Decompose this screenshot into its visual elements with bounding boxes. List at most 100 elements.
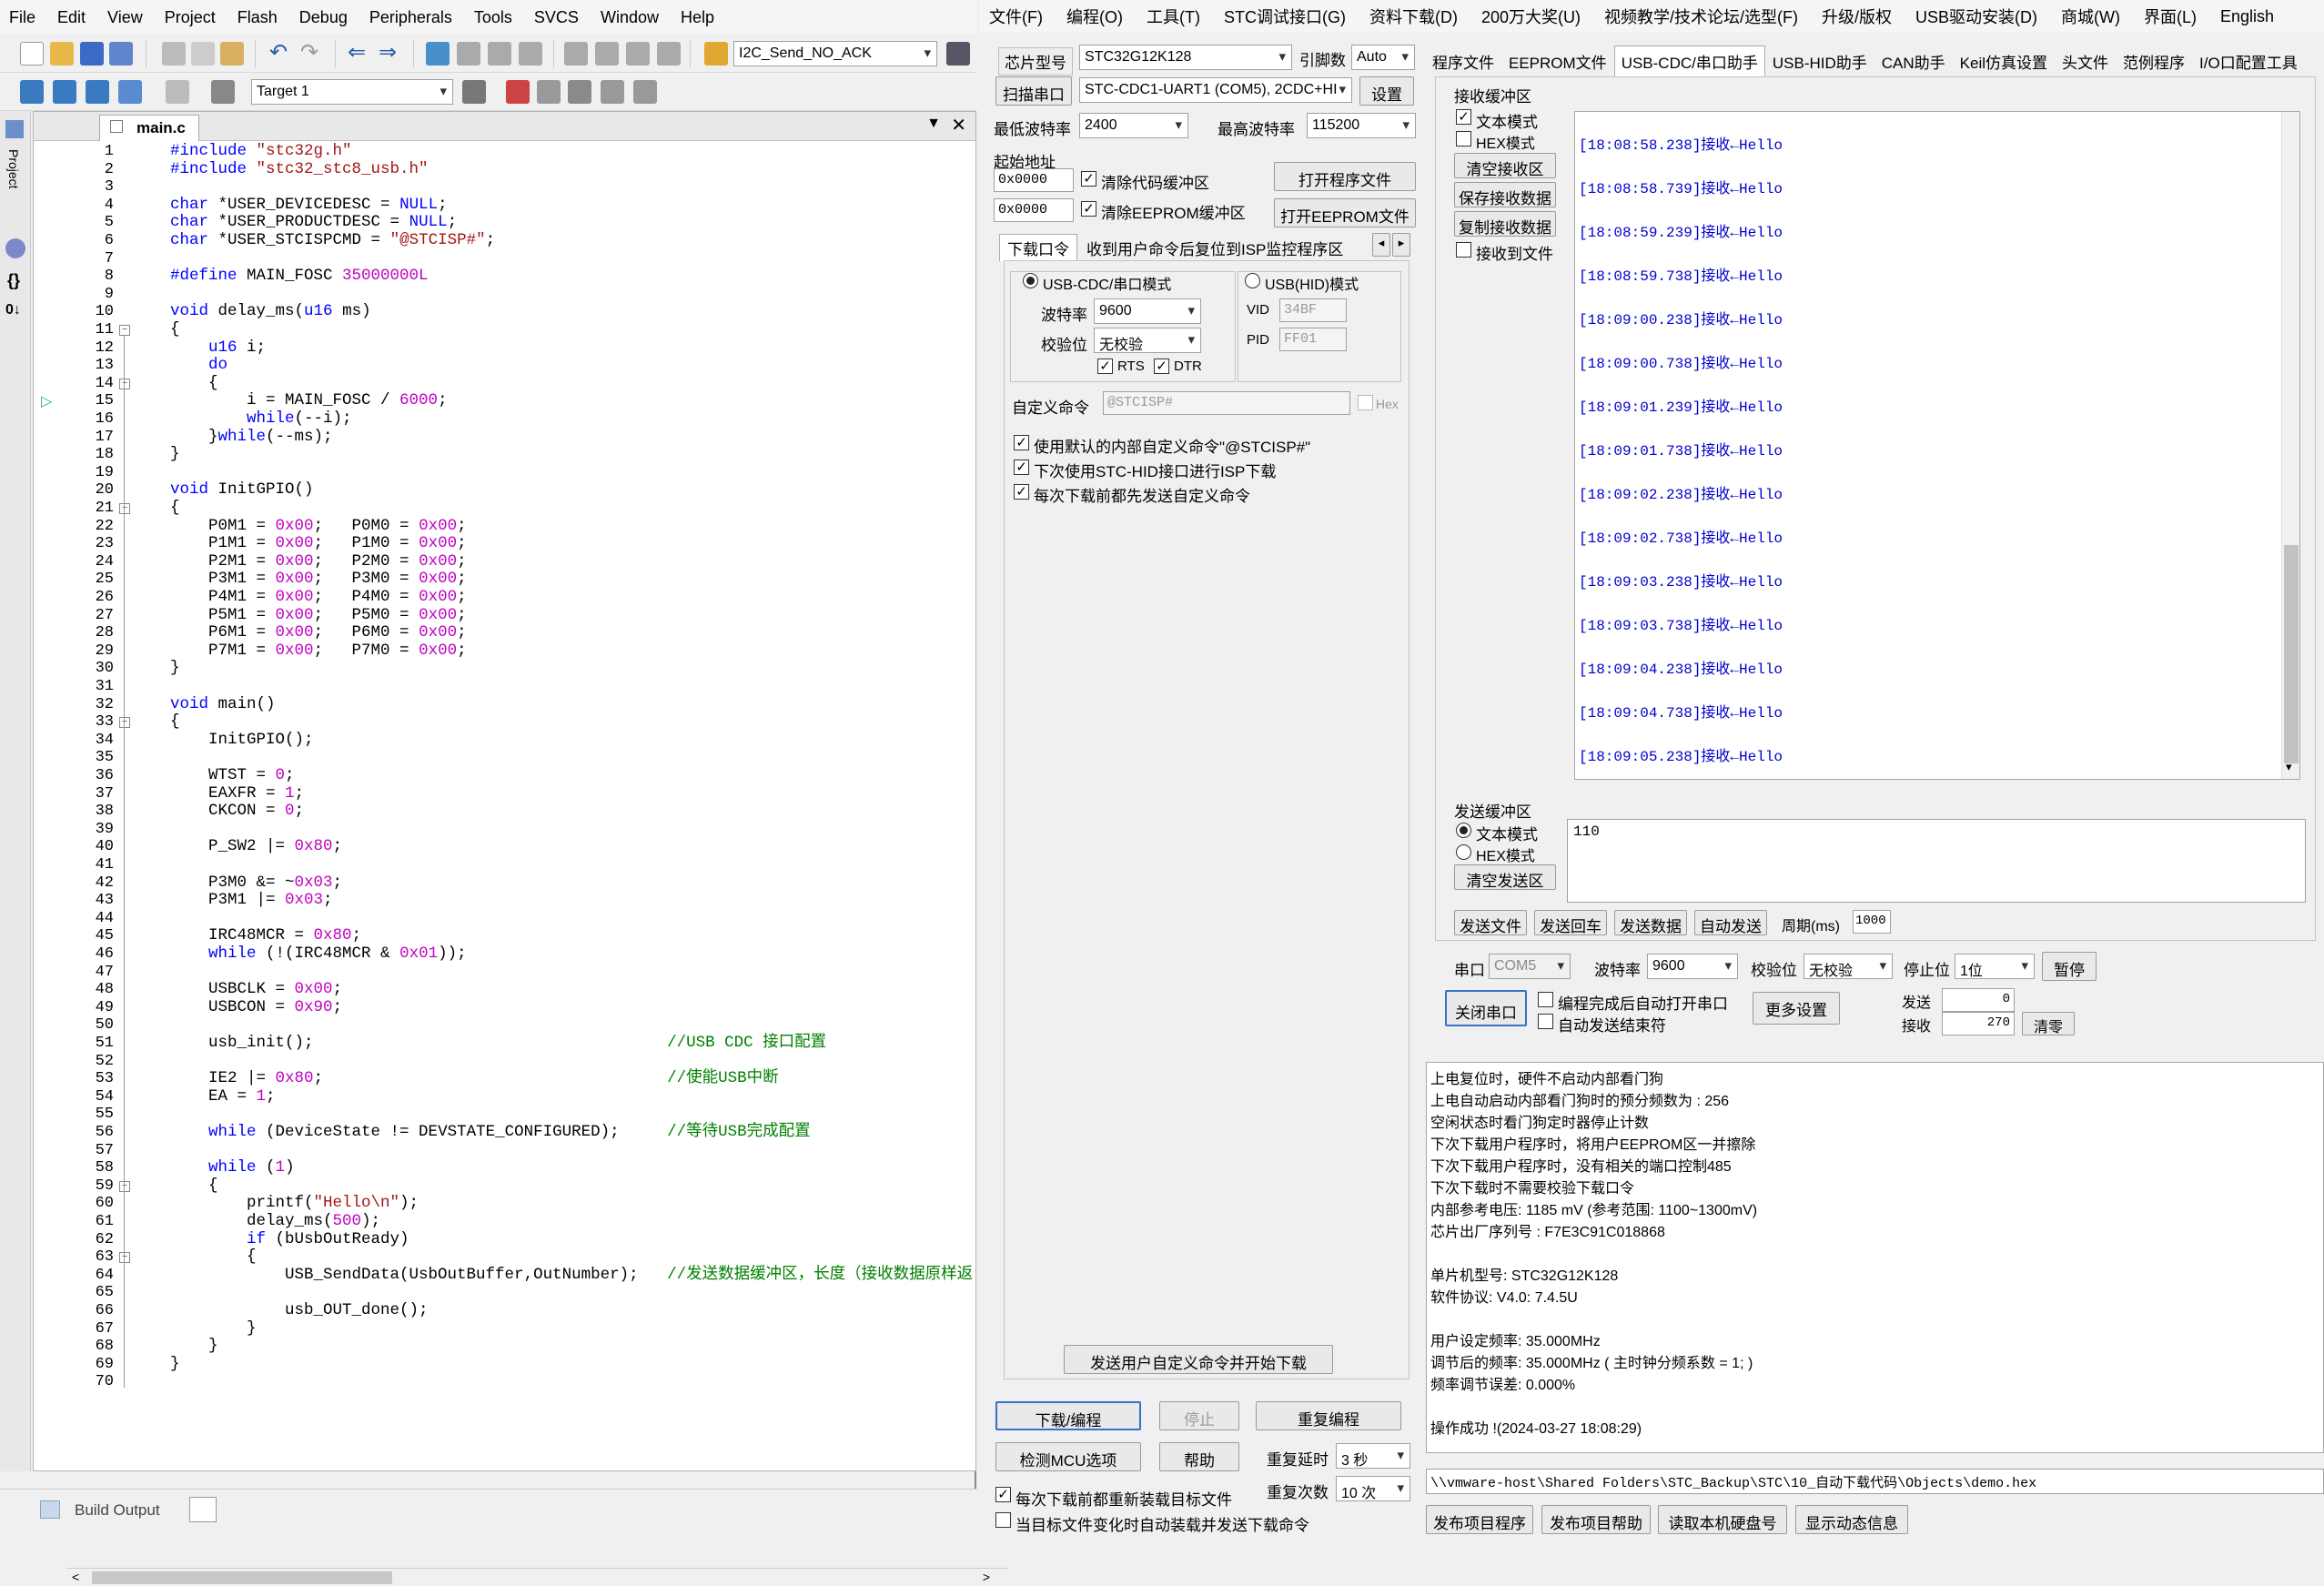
code-line[interactable]: } xyxy=(170,1319,257,1339)
isp-menu-item[interactable]: STC调试接口(G) xyxy=(1224,5,1346,28)
code-line[interactable]: printf("Hello\n"); xyxy=(170,1195,419,1213)
recv-scroll-thumb[interactable] xyxy=(2284,545,2299,763)
clear-code-checkbox[interactable]: ✓ xyxy=(1081,171,1096,187)
fold-toggle-icon[interactable]: − xyxy=(119,1180,130,1192)
code-line[interactable]: if (bUsbOutReady) xyxy=(170,1230,409,1249)
isp-menu-item[interactable]: 升级/版权 xyxy=(1822,5,1892,28)
redo-icon[interactable]: ↷ xyxy=(300,42,324,66)
eeprom-start-address[interactable]: 0x0000 xyxy=(994,198,1074,222)
close-port-button[interactable]: 关闭串口 xyxy=(1445,990,1527,1026)
auto-send-end-checkbox[interactable] xyxy=(1538,1014,1553,1029)
settings-button[interactable]: 设置 xyxy=(1359,76,1414,106)
send-enter-button[interactable]: 发送回车 xyxy=(1534,910,1607,935)
code-line[interactable]: { xyxy=(170,1177,218,1196)
code-line[interactable]: #include "stc32g.h" xyxy=(170,142,352,161)
find-icon[interactable] xyxy=(946,42,970,66)
code-line[interactable]: while (1) xyxy=(170,1158,295,1177)
code-line[interactable]: while (!(IRC48MCR & 0x01)); xyxy=(170,945,467,964)
code-line[interactable]: IRC48MCR = 0x80; xyxy=(170,927,361,945)
isp-menu-item[interactable]: 资料下载(D) xyxy=(1369,5,1458,28)
fold-toggle-icon[interactable]: − xyxy=(119,717,130,729)
keil-menu-item[interactable]: File xyxy=(9,8,35,27)
pin-select[interactable]: Auto xyxy=(1351,45,1415,70)
copy-icon[interactable] xyxy=(191,42,215,66)
paste-icon[interactable] xyxy=(220,42,244,66)
copy-recv-button[interactable]: 复制接收数据 xyxy=(1454,211,1556,237)
keil-menu-item[interactable]: View xyxy=(107,8,143,27)
isp-bottom-button[interactable]: 读取本机硬盘号 xyxy=(1658,1505,1787,1534)
code-start-address[interactable]: 0x0000 xyxy=(994,168,1074,192)
code-line[interactable]: P0M1 = 0x00; P0M0 = 0x00; xyxy=(170,517,467,536)
auto-send-button[interactable]: 自动发送 xyxy=(1694,910,1767,935)
right-tab[interactable]: I/O口配置工具 xyxy=(2192,45,2305,77)
hex-checkbox[interactable] xyxy=(1358,395,1373,410)
code-line[interactable]: { xyxy=(170,320,180,339)
bookmark-clear-icon[interactable] xyxy=(519,42,542,66)
fold-toggle-icon[interactable]: − xyxy=(119,503,130,514)
code-line[interactable]: void InitGPIO() xyxy=(170,481,314,500)
code-line[interactable]: P3M1 |= 0x03; xyxy=(170,891,333,910)
build-icon[interactable] xyxy=(53,80,76,104)
tab-scroll-right-icon[interactable]: ▸ xyxy=(1392,233,1410,257)
info-log-area[interactable]: 上电复位时，硬件不启动内部看门狗 上电自动启动内部看门狗时的预分频数为 : 25… xyxy=(1426,1062,2324,1453)
recv-scrollbar[interactable]: ▾ xyxy=(2281,112,2299,779)
horizontal-scrollbar[interactable]: < > xyxy=(66,1568,1008,1586)
code-line[interactable]: USBCON = 0x90; xyxy=(170,998,342,1017)
more-settings-button[interactable]: 更多设置 xyxy=(1753,992,1840,1025)
tab-download-password[interactable]: 下载口令 xyxy=(999,234,1077,261)
code-line[interactable]: EA = 1; xyxy=(170,1087,276,1106)
clear-eeprom-checkbox[interactable]: ✓ xyxy=(1081,201,1096,217)
bookmark-icon[interactable] xyxy=(426,42,450,66)
repeat-program-button[interactable]: 重复编程 xyxy=(1256,1401,1401,1430)
save-icon[interactable] xyxy=(80,42,104,66)
open-eeprom-file-button[interactable]: 打开EEPROM文件 xyxy=(1274,198,1416,227)
isp-menu-item[interactable]: USB驱动安装(D) xyxy=(1915,5,2037,28)
vid-field[interactable]: 34BF xyxy=(1279,298,1347,322)
fold-toggle-icon[interactable]: − xyxy=(119,325,130,336)
send-text-mode-radio[interactable] xyxy=(1456,823,1471,838)
max-baud-select[interactable]: 115200 xyxy=(1307,113,1416,138)
pid-field[interactable]: FF01 xyxy=(1279,328,1347,351)
tab-build-output[interactable]: Build Output xyxy=(75,1501,160,1520)
isp-bottom-button[interactable]: 发布项目程序 xyxy=(1426,1505,1533,1534)
right-tab[interactable]: EEPROM文件 xyxy=(1501,45,1614,77)
rebuild-icon[interactable] xyxy=(86,80,109,104)
code-line[interactable]: { xyxy=(170,374,218,393)
isp-menu-item[interactable]: 文件(F) xyxy=(989,5,1043,28)
code-line[interactable]: EAXFR = 1; xyxy=(170,784,304,803)
fold-toggle-icon[interactable]: − xyxy=(119,1252,130,1264)
code-line[interactable]: P3M0 &= ~0x03; xyxy=(170,874,342,893)
keil-menu-item[interactable]: Peripherals xyxy=(369,8,452,27)
send-data-button[interactable]: 发送数据 xyxy=(1614,910,1687,935)
nav-back-icon[interactable]: ⇐ xyxy=(348,42,371,66)
target-select[interactable]: Target 1 xyxy=(251,79,453,105)
stop-button[interactable]: 停止 xyxy=(1159,1401,1239,1430)
keil-menu-item[interactable]: Project xyxy=(165,8,216,27)
clear-count-button[interactable]: 清零 xyxy=(2022,1012,2075,1035)
parity-select[interactable]: 无校验 xyxy=(1094,328,1201,353)
code-line[interactable]: } xyxy=(170,660,180,678)
code-line[interactable]: void main() xyxy=(170,695,276,714)
dtr-checkbox[interactable]: ✓ xyxy=(1154,359,1169,374)
code-line[interactable]: USB_SendData(UsbOutBuffer,OutNumber); //… xyxy=(170,1266,973,1285)
code-line[interactable]: USBCLK = 0x00; xyxy=(170,980,342,999)
clear-recv-button[interactable]: 清空接收区 xyxy=(1454,153,1556,178)
bookmark-next-icon[interactable] xyxy=(488,42,511,66)
code-line[interactable]: } xyxy=(170,1355,180,1374)
default-command-checkbox[interactable]: ✓ xyxy=(1014,435,1029,450)
code-line[interactable]: do xyxy=(170,356,227,375)
auto-open-checkbox[interactable] xyxy=(1538,992,1553,1007)
recv-to-file-checkbox[interactable] xyxy=(1456,242,1471,258)
isp-bottom-button[interactable]: 发布项目帮助 xyxy=(1541,1505,1651,1534)
bookmark-prev-icon[interactable] xyxy=(457,42,480,66)
download-icon[interactable] xyxy=(211,80,235,104)
code-line[interactable]: CKCON = 0; xyxy=(170,802,304,821)
isp-menu-item[interactable]: English xyxy=(2220,7,2274,26)
recv-text-mode-checkbox[interactable]: ✓ xyxy=(1456,109,1471,125)
repeat-count-select[interactable]: 10 次 xyxy=(1336,1476,1410,1501)
code-line[interactable]: usb_OUT_done(); xyxy=(170,1301,429,1320)
save-recv-button[interactable]: 保存接收数据 xyxy=(1454,182,1556,207)
code-line[interactable]: delay_ms(500); xyxy=(170,1212,380,1231)
right-tab[interactable]: CAN助手 xyxy=(1874,45,1953,77)
recv-text-area[interactable]: ▾ [18:08:58.238]接收←Hello [18:08:58.739]接收… xyxy=(1574,111,2300,780)
